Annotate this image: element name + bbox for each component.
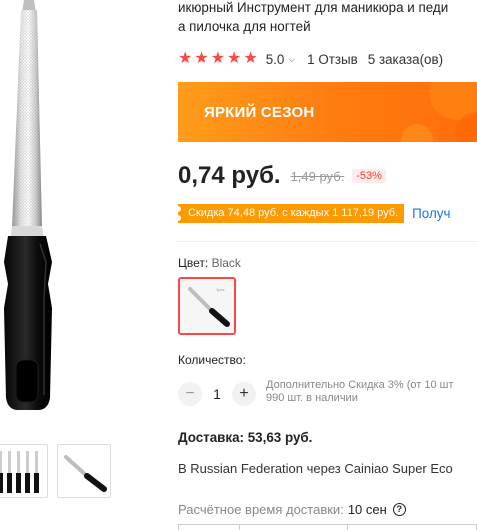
star-icon: ★ [243, 50, 258, 67]
delivery-description[interactable]: В Russian Federation через Cainiao Super… [178, 461, 453, 476]
rating-row: ★ ★ ★ ★ ★ 5.0 ⌵ 1 Отзыв 5 заказа(ов) [178, 50, 443, 68]
color-swatch-black[interactable]: 1pcs [178, 277, 236, 335]
thumbnail-single[interactable] [57, 444, 111, 498]
quantity-label: Количество: [178, 353, 246, 367]
swatch-image: 1pcs [188, 287, 230, 327]
nail-file-image [4, 0, 52, 410]
stock-note: 990 шт. в наличии [266, 392, 358, 404]
product-title-line1: икюрный Инструмент для маникюра и педи [178, 0, 449, 15]
product-title: икюрный Инструмент для маникюра и педи а… [178, 0, 477, 36]
thumbnail-set-image [0, 451, 39, 493]
banner-decoration [401, 82, 477, 142]
eta-label: Расчётное время доставки: [178, 502, 344, 517]
quantity-note: Дополнительно Скидка 3% (от 10 шт 990 шт… [266, 379, 454, 405]
rating-value[interactable]: 5.0 [266, 52, 285, 67]
divider [178, 241, 477, 242]
coupon-row: Скидка 74,48 руб. с каждых 1 117,19 руб.… [178, 203, 450, 223]
get-coupon-link[interactable]: Получ [412, 206, 450, 221]
delivery-eta: Расчётное время доставки: 10 сен ? [178, 502, 406, 517]
plus-icon[interactable]: + [232, 382, 256, 406]
discount-badge: -53% [352, 169, 386, 183]
reviews-link[interactable]: 1 Отзыв [307, 52, 358, 67]
orders-count: 5 заказа(ов) [367, 51, 444, 67]
color-label: Цвет: Black [178, 256, 241, 270]
product-info-panel: икюрный Инструмент для маникюра и педи а… [178, 0, 477, 530]
coupon-tag: Скидка 74,48 руб. с каждых 1 117,19 руб. [178, 203, 405, 223]
star-icon: ★ [227, 50, 242, 67]
bulk-discount-note: Дополнительно Скидка 3% (от 10 шт [266, 379, 454, 391]
star-icon: ★ [210, 50, 226, 67]
product-title-line2: а пилочка для ногтей [178, 19, 311, 34]
quantity-stepper: − 1 + [178, 381, 256, 407]
star-icon: ★ [178, 50, 193, 67]
promo-banner[interactable]: ЯРКИЙ СЕЗОН [178, 82, 477, 142]
price-row: 0,74 руб. 1,49 руб. -53% [178, 160, 386, 192]
color-label-text: Цвет: [178, 256, 209, 270]
rating-stars: ★ ★ ★ ★ ★ [178, 51, 258, 67]
main-product-image[interactable] [0, 0, 172, 420]
thumbnail-single-image [64, 455, 107, 492]
chevron-down-icon[interactable]: ⌵ [288, 54, 295, 65]
star-icon: ★ [194, 50, 209, 67]
quantity-value[interactable]: 1 [202, 386, 232, 402]
old-price: 1,49 руб. [290, 168, 345, 184]
image-gallery [0, 0, 172, 530]
promo-banner-text: ЯРКИЙ СЕЗОН [204, 104, 315, 121]
eta-value: 10 сен [347, 502, 387, 517]
delivery-price: Доставка: 53,63 руб. [178, 430, 313, 445]
swatch-caption: 1pcs [216, 287, 224, 292]
current-price: 0,74 руб. [178, 162, 281, 189]
thumbnail-set[interactable] [0, 444, 48, 498]
help-icon[interactable]: ? [392, 503, 406, 516]
minus-icon[interactable]: − [178, 382, 202, 406]
color-value: Black [211, 256, 241, 270]
shipping-table [178, 524, 477, 530]
